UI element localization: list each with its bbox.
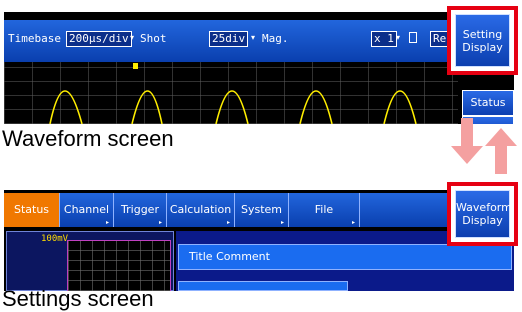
tab-status-label: Status: [13, 203, 50, 216]
submenu-marker-icon: ▸: [280, 219, 284, 226]
tab-trigger[interactable]: Trigger ▸: [114, 193, 167, 227]
timebase-label: Timebase: [8, 32, 61, 45]
mag-dropdown-icon[interactable]: ▾: [396, 33, 400, 42]
mag-label: Mag.: [262, 32, 289, 45]
waveform-trace: [49, 63, 417, 124]
settings-tab-bar: Status Channel ▸ Trigger ▸ Calculation ▸…: [4, 193, 514, 227]
title-comment-row[interactable]: Title Comment: [178, 244, 512, 270]
mini-waveform-grid: [67, 240, 171, 291]
waveform-display-line1: Waveform: [456, 201, 512, 214]
tab-trigger-label: Trigger: [121, 203, 159, 216]
settings-screen: Status Channel ▸ Trigger ▸ Calculation ▸…: [4, 190, 514, 291]
tab-status[interactable]: Status: [4, 193, 60, 227]
shot-label: Shot: [140, 32, 167, 45]
trigger-marker-icon[interactable]: [133, 63, 138, 69]
waveform-display-line2: Display: [462, 214, 503, 227]
scale-label: 100mV: [41, 234, 69, 244]
arrow-up-icon: [485, 128, 517, 174]
switch-arrows-icon: [451, 118, 517, 174]
timebase-field[interactable]: 200μs/div: [66, 31, 132, 47]
trigger-mode-icon[interactable]: [409, 32, 417, 43]
side-tab-status[interactable]: Status: [462, 90, 514, 116]
shot-field[interactable]: 25div: [209, 31, 249, 47]
tab-channel-label: Channel: [63, 203, 110, 216]
submenu-marker-icon: ▸: [226, 219, 230, 226]
settings-screen-caption: Settings screen: [2, 286, 154, 311]
waveform-display-button[interactable]: Waveform Display: [447, 182, 518, 246]
waveform-screen-caption: Waveform screen: [2, 126, 174, 151]
next-setting-row[interactable]: [178, 281, 348, 291]
waveform-line: [49, 90, 417, 124]
tab-system[interactable]: System ▸: [235, 193, 289, 227]
submenu-marker-icon: ▸: [158, 219, 162, 226]
submenu-marker-icon: ▸: [351, 219, 355, 226]
arrow-down-icon: [451, 118, 483, 164]
setting-display-line1: Setting: [462, 27, 503, 41]
tab-file-label: File: [314, 203, 334, 216]
setting-display-face[interactable]: Setting Display: [455, 14, 510, 67]
setting-display-line2: Display: [462, 40, 503, 54]
setting-display-button[interactable]: Setting Display: [447, 6, 518, 75]
mag-field[interactable]: x 1: [371, 31, 397, 47]
waveform-toolbar: Timebase 200μs/div ▾ Shot 25div ▾ Mag. x…: [4, 20, 514, 63]
waveform-screen: Timebase 200μs/div ▾ Shot 25div ▾ Mag. x…: [4, 12, 514, 124]
tab-channel[interactable]: Channel ▸: [60, 193, 114, 227]
shot-dropdown-icon[interactable]: ▾: [251, 33, 255, 42]
mini-waveform-panel: 100mV: [6, 231, 174, 291]
tab-file[interactable]: File ▸: [289, 193, 360, 227]
tab-calculation-label: Calculation: [169, 203, 232, 216]
waveform-display-face[interactable]: Waveform Display: [455, 190, 512, 238]
tab-calculation[interactable]: Calculation ▸: [167, 193, 235, 227]
timebase-dropdown-icon[interactable]: ▾: [130, 33, 134, 42]
submenu-marker-icon: ▸: [105, 219, 109, 226]
tab-system-label: System: [240, 203, 283, 216]
